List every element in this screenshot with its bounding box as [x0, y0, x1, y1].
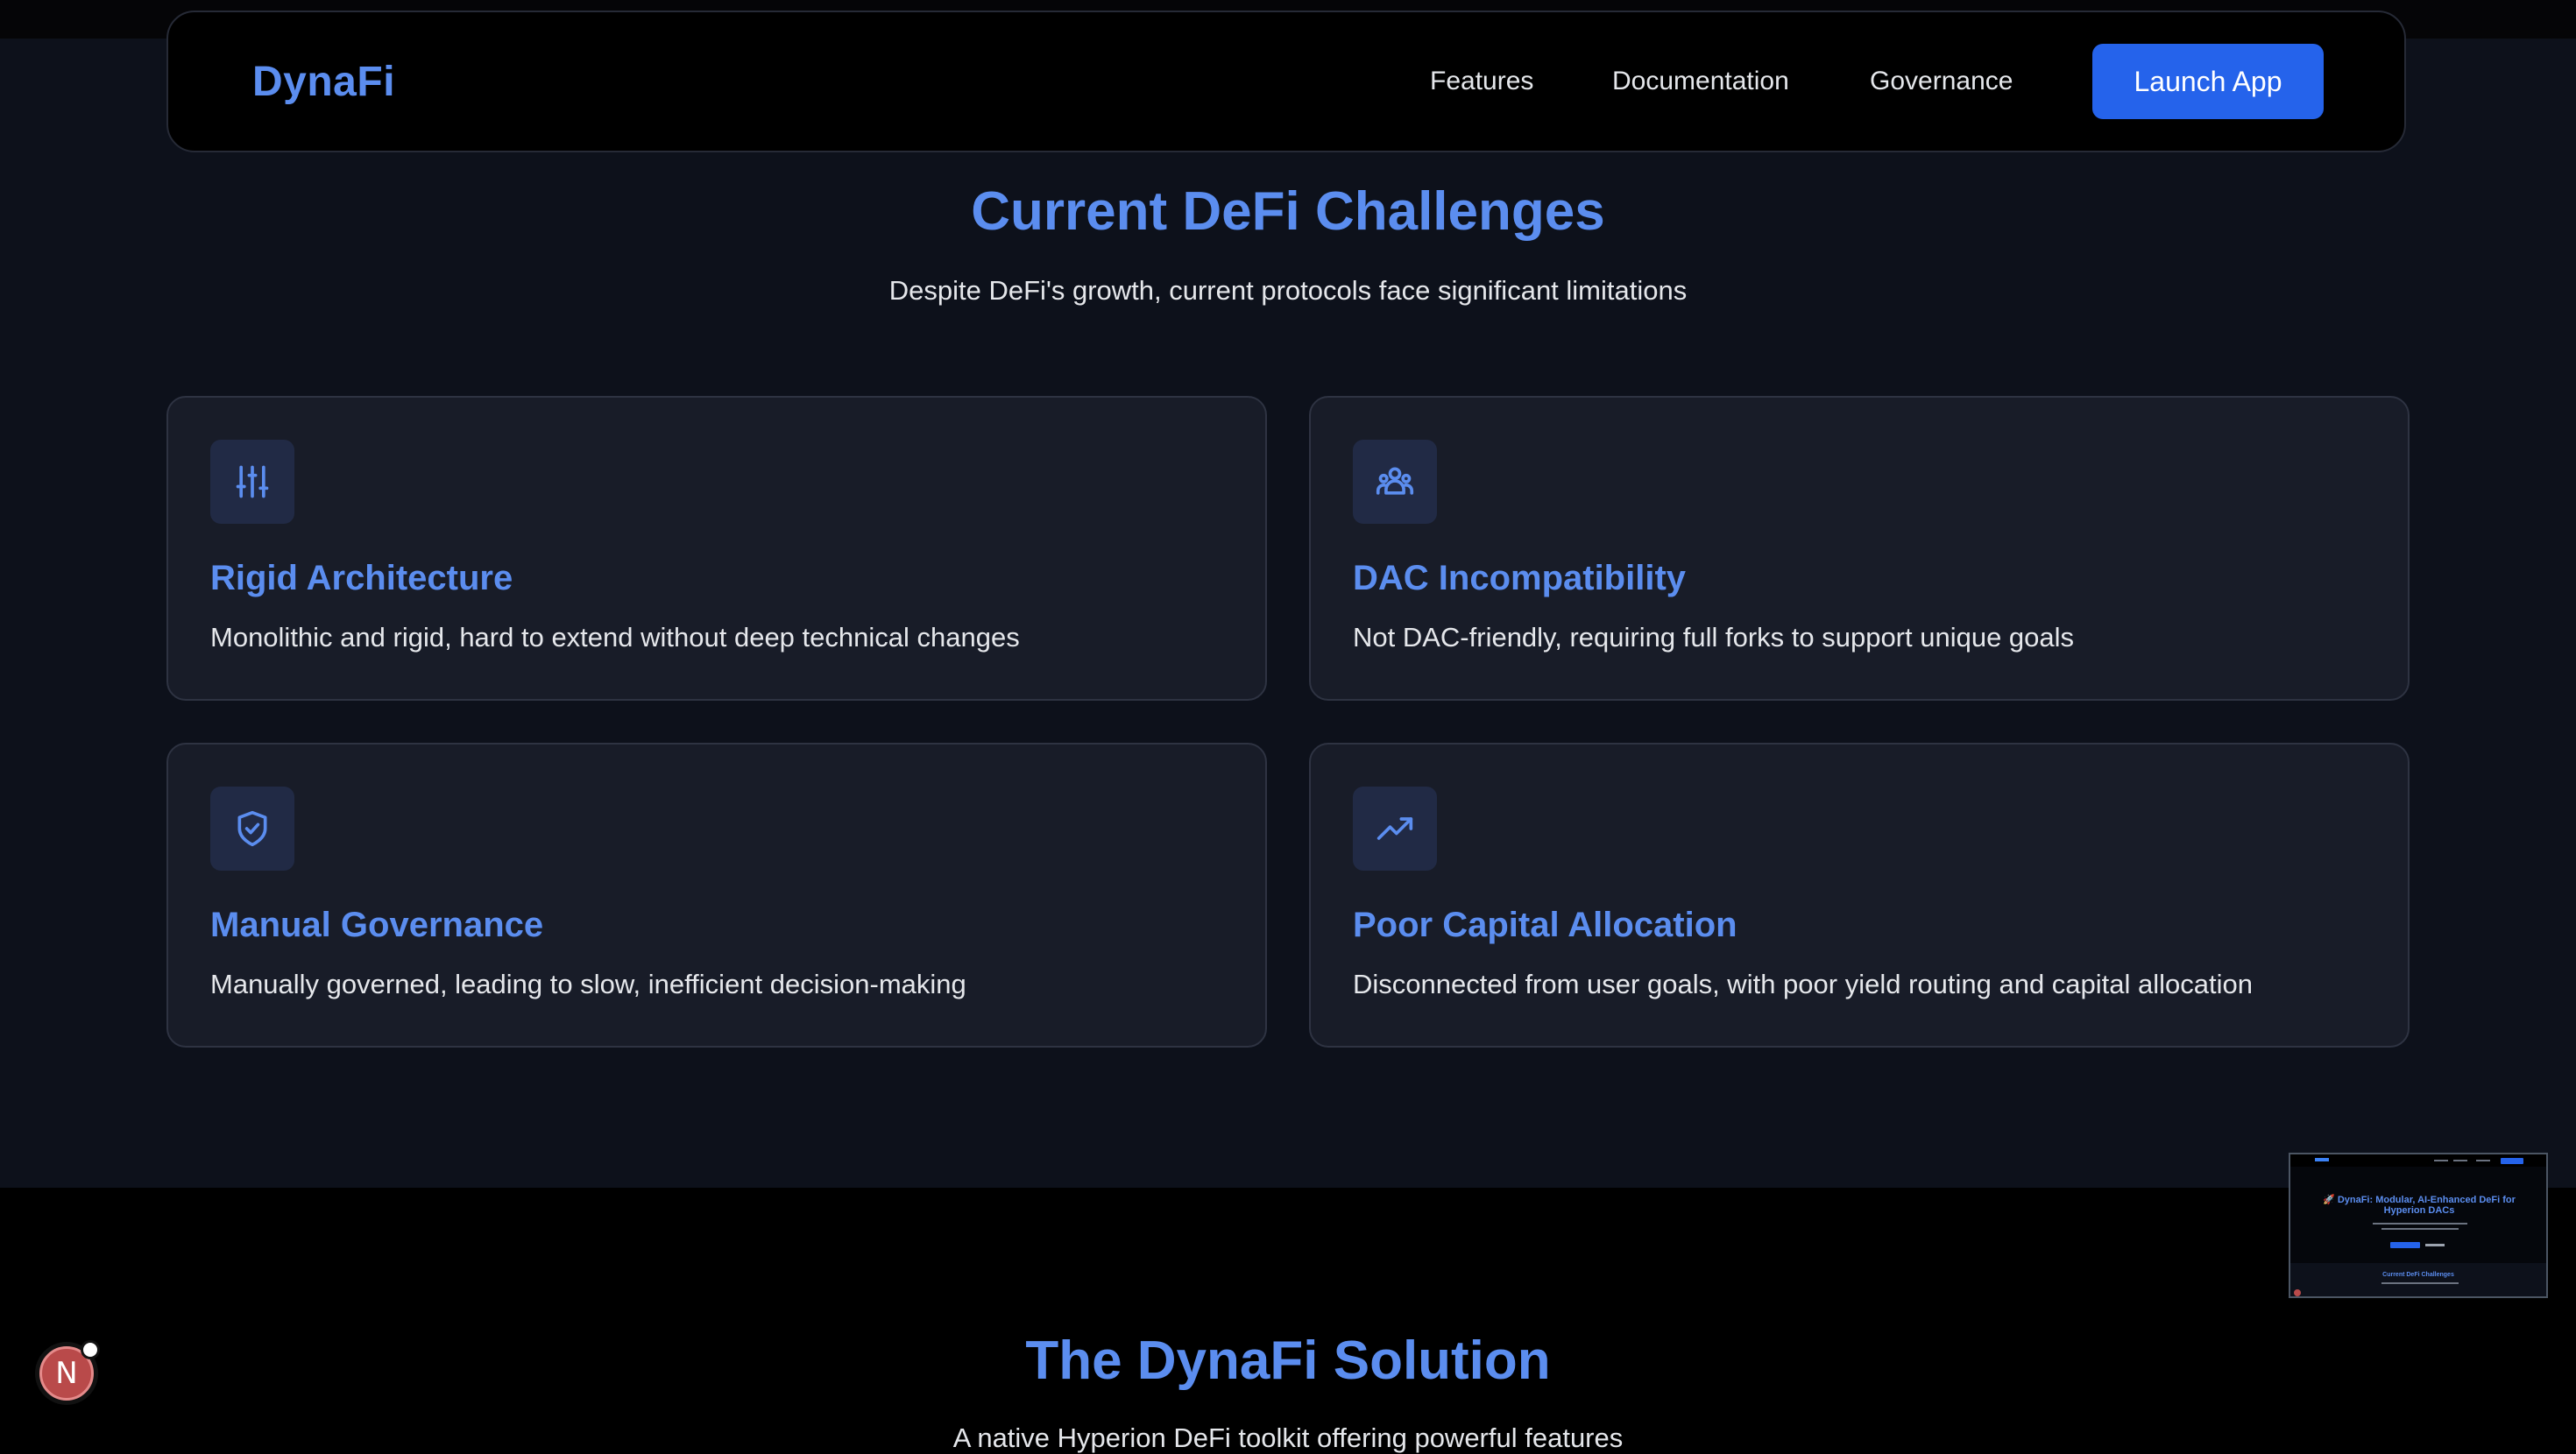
preview-dev-badge — [2294, 1289, 2301, 1296]
card-title: DAC Incompatibility — [1353, 559, 1687, 597]
trending-up-icon — [1353, 787, 1437, 871]
card-title: Rigid Architecture — [210, 559, 513, 597]
preview-nav-link — [2453, 1160, 2467, 1161]
preview-navbar — [2290, 1154, 2546, 1167]
page-preview-thumbnail[interactable]: 🚀 DynaFi: Modular, AI-Enhanced DeFi for … — [2289, 1153, 2548, 1298]
preview-nav-link — [2476, 1160, 2490, 1161]
card-description: Not DAC-friendly, requiring full forks t… — [1353, 622, 2075, 653]
solution-section — [0, 1188, 2576, 1438]
nav-link-governance[interactable]: Governance — [1870, 67, 2013, 96]
preview-text-line — [2373, 1223, 2467, 1225]
nextjs-dev-badge[interactable]: N — [35, 1340, 100, 1405]
users-icon — [1353, 440, 1437, 524]
preview-challenges-section: Current DeFi Challenges — [2290, 1263, 2546, 1296]
nav-link-documentation[interactable]: Documentation — [1612, 67, 1789, 96]
solution-subtitle: A native Hyperion DeFi toolkit offering … — [952, 1422, 1624, 1453]
preview-hero-title: 🚀 DynaFi: Modular, AI-Enhanced DeFi for … — [2323, 1195, 2516, 1216]
challenge-card-manual-governance: Manual Governance Manually governed, lea… — [166, 743, 1267, 1048]
challenges-title: Current DeFi Challenges — [971, 181, 1605, 242]
preview-nav-link — [2434, 1160, 2448, 1161]
preview-brand — [2315, 1158, 2329, 1161]
badge-letter: N — [55, 1356, 78, 1391]
brand-logo[interactable]: DynaFi — [252, 58, 395, 106]
solution-title: The DynaFi Solution — [1025, 1330, 1551, 1391]
preview-secondary-button — [2425, 1244, 2445, 1246]
challenge-card-poor-capital-allocation: Poor Capital Allocation Disconnected fro… — [1309, 743, 2410, 1048]
card-title: Poor Capital Allocation — [1353, 906, 1737, 944]
card-description: Manually governed, leading to slow, inef… — [210, 969, 966, 999]
challenge-card-dac-incompatibility: DAC Incompatibility Not DAC-friendly, re… — [1309, 396, 2410, 701]
preview-primary-button — [2390, 1242, 2420, 1248]
navbar: DynaFi Features Documentation Governance… — [166, 11, 2406, 152]
launch-app-button[interactable]: Launch App — [2092, 44, 2324, 119]
challenges-subtitle: Despite DeFi's growth, current protocols… — [888, 275, 1688, 306]
card-title: Manual Governance — [210, 906, 544, 944]
sliders-icon — [210, 440, 294, 524]
preview-section-title: Current DeFi Challenges — [2382, 1272, 2454, 1278]
nav-link-features[interactable]: Features — [1430, 67, 1533, 96]
card-description: Monolithic and rigid, hard to extend wit… — [210, 622, 1020, 653]
preview-text-line — [2381, 1228, 2459, 1230]
card-description: Disconnected from user goals, with poor … — [1353, 969, 2254, 999]
challenge-card-rigid-architecture: Rigid Architecture Monolithic and rigid,… — [166, 396, 1267, 701]
preview-nav-button — [2501, 1158, 2523, 1164]
preview-text-line — [2381, 1282, 2459, 1284]
badge-indicator-dot — [81, 1340, 100, 1359]
shield-check-icon — [210, 787, 294, 871]
